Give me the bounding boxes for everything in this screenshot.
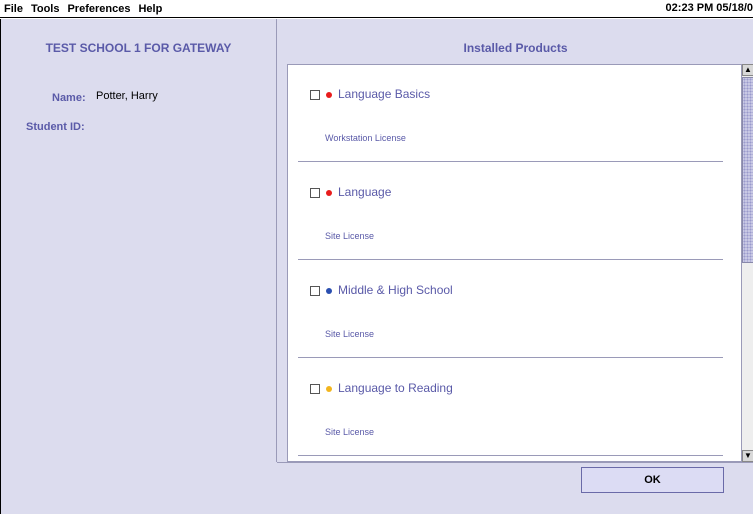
product-item: Language Basics Workstation License bbox=[288, 65, 741, 163]
menu-tools[interactable]: Tools bbox=[27, 3, 64, 15]
menu-preferences[interactable]: Preferences bbox=[63, 3, 134, 15]
products-list: Language Basics Workstation License Lang… bbox=[287, 64, 742, 462]
product-license: Site License bbox=[325, 427, 375, 437]
product-name: Language Basics bbox=[338, 87, 431, 101]
divider bbox=[298, 455, 723, 456]
product-checkbox[interactable] bbox=[310, 384, 320, 394]
products-title: Installed Products bbox=[463, 41, 568, 55]
divider bbox=[298, 161, 723, 162]
bottom-divider bbox=[277, 462, 753, 463]
products-scrollbar[interactable]: ▲ ▼ bbox=[742, 64, 753, 462]
name-value: Potter, Harry bbox=[96, 90, 158, 102]
ok-button[interactable]: OK bbox=[581, 467, 724, 493]
scroll-up-arrow-icon[interactable]: ▲ bbox=[742, 64, 753, 76]
student-info-panel: TEST SCHOOL 1 FOR GATEWAY Name: Potter, … bbox=[1, 19, 276, 462]
scroll-thumb[interactable] bbox=[742, 77, 753, 263]
product-license: Site License bbox=[325, 329, 375, 339]
divider bbox=[298, 259, 723, 260]
menu-bar: File Tools Preferences Help 02:23 PM 05/… bbox=[0, 0, 753, 18]
student-id-label: Student ID: bbox=[26, 121, 85, 133]
scroll-down-arrow-icon[interactable]: ▼ bbox=[742, 450, 753, 462]
name-label: Name: bbox=[52, 92, 86, 104]
product-name: Language to Reading bbox=[338, 381, 453, 395]
red-dot-icon bbox=[326, 190, 332, 196]
yellow-dot-icon bbox=[326, 386, 332, 392]
product-item: Language Site License bbox=[288, 163, 741, 261]
menu-help[interactable]: Help bbox=[134, 3, 166, 15]
red-dot-icon bbox=[326, 92, 332, 98]
product-item: Middle & High School Site License bbox=[288, 261, 741, 359]
app-window: TEST SCHOOL 1 FOR GATEWAY Name: Potter, … bbox=[0, 19, 753, 514]
blue-dot-icon bbox=[326, 288, 332, 294]
product-checkbox[interactable] bbox=[310, 188, 320, 198]
school-name: TEST SCHOOL 1 FOR GATEWAY bbox=[45, 41, 232, 55]
product-item: Language to Reading Site License bbox=[288, 359, 741, 457]
product-checkbox[interactable] bbox=[310, 286, 320, 296]
product-license: Workstation License bbox=[325, 133, 406, 143]
panel-divider bbox=[276, 19, 277, 462]
divider bbox=[298, 357, 723, 358]
product-name: Language bbox=[338, 185, 392, 199]
clock: 02:23 PM 05/18/0 bbox=[665, 2, 753, 14]
product-checkbox[interactable] bbox=[310, 90, 320, 100]
menu-file[interactable]: File bbox=[0, 3, 27, 15]
product-license: Site License bbox=[325, 231, 375, 241]
product-name: Middle & High School bbox=[338, 283, 453, 297]
